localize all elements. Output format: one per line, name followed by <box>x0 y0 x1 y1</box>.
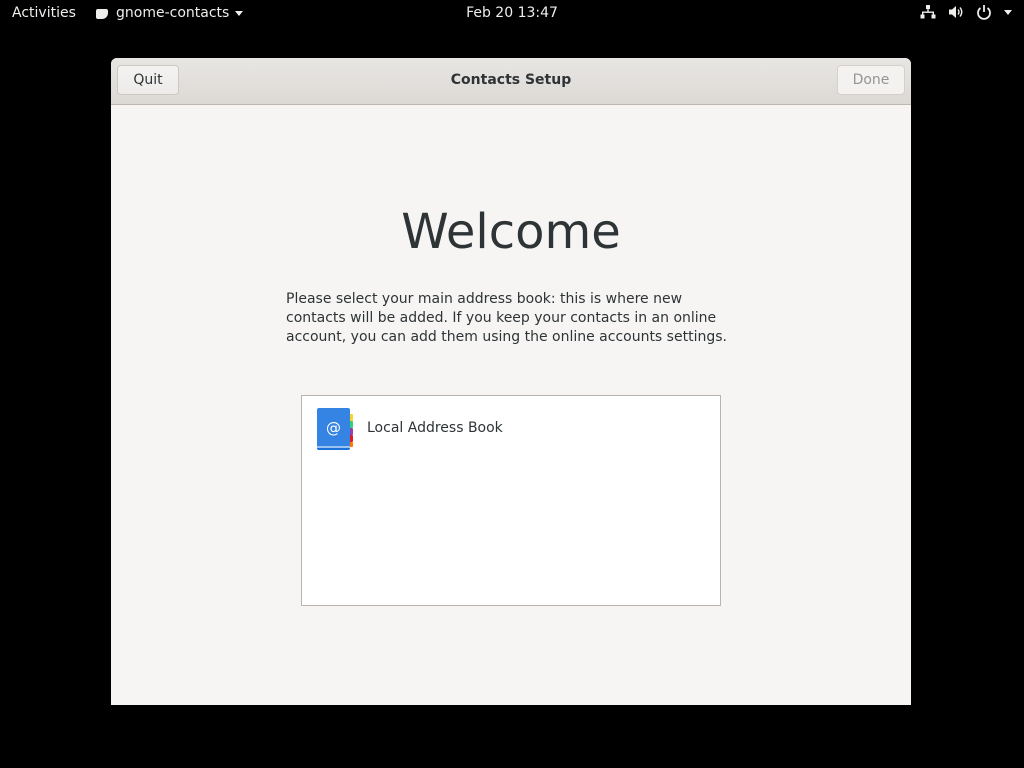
system-status-menu[interactable] <box>920 4 1012 20</box>
setup-description: Please select your main address book: th… <box>286 291 727 345</box>
app-icon <box>96 8 108 19</box>
app-menu[interactable]: gnome-contacts <box>96 5 244 21</box>
address-book-icon: @ <box>317 408 353 450</box>
svg-text:@: @ <box>326 419 341 437</box>
app-menu-label: gnome-contacts <box>116 5 230 21</box>
network-wired-icon <box>920 5 936 19</box>
contacts-setup-window: Quit Contacts Setup Done Welcome Please … <box>111 58 911 705</box>
address-book-list: @ Local Address Book <box>301 395 721 606</box>
window-title: Contacts Setup <box>450 72 572 88</box>
volume-icon <box>949 6 963 18</box>
clock[interactable]: Feb 20 13:47 <box>466 5 558 21</box>
list-item-local-address-book[interactable]: @ Local Address Book <box>302 396 720 462</box>
power-icon <box>977 5 991 20</box>
header-bar: Quit Contacts Setup Done <box>111 58 911 105</box>
top-bar: Activities gnome-contacts Feb 20 13:47 <box>0 0 1024 28</box>
list-item-label: Local Address Book <box>367 420 503 436</box>
activities-button[interactable]: Activities <box>12 5 76 21</box>
chevron-down-icon <box>1004 9 1012 15</box>
chevron-down-icon <box>235 10 244 16</box>
done-button[interactable]: Done <box>837 65 905 95</box>
welcome-heading: Welcome <box>401 204 621 260</box>
